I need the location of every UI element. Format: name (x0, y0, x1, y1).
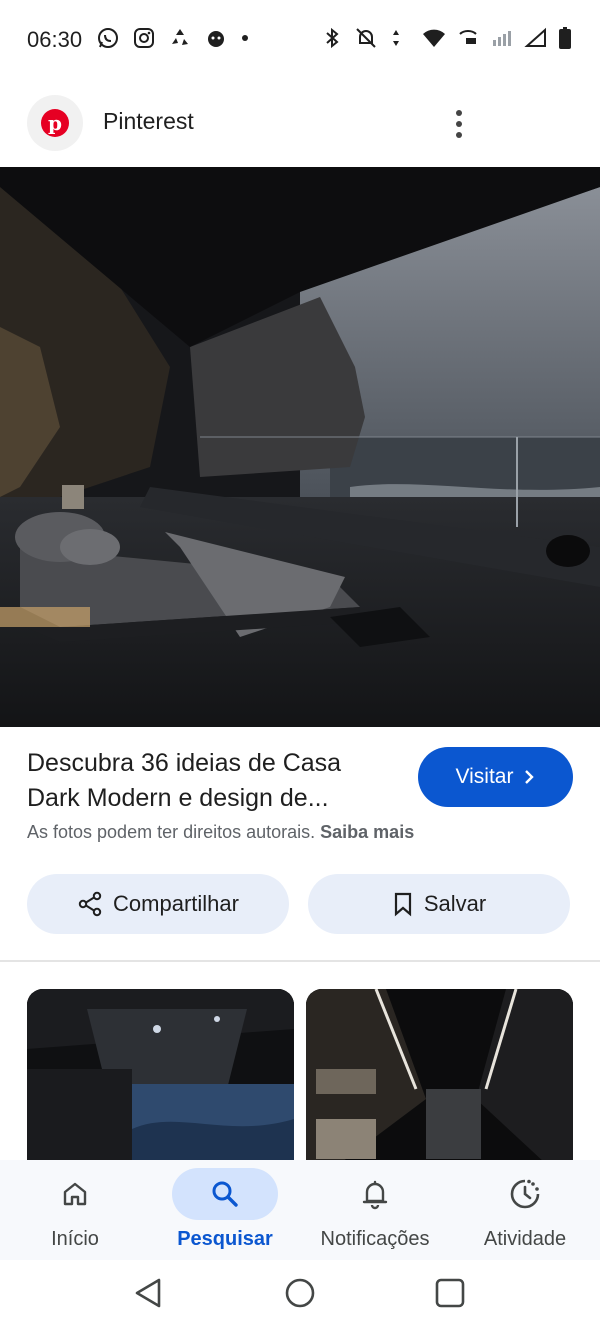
more-dot-icon (456, 110, 462, 116)
bell-icon (362, 1180, 388, 1210)
learn-more-link[interactable]: Saiba mais (320, 822, 414, 842)
thumbnail-image (306, 989, 573, 1189)
back-icon[interactable] (132, 1276, 166, 1310)
nav-icon-container (22, 1168, 128, 1220)
more-options-button[interactable] (444, 106, 474, 142)
whatsapp-icon (98, 28, 118, 48)
system-navigation-bar (0, 1260, 600, 1333)
volte-icon (459, 30, 477, 44)
divider (0, 960, 600, 962)
result-title[interactable]: Descubra 36 ideias de Casa Dark Modern e… (27, 746, 387, 816)
nav-label-search: Pesquisar (177, 1228, 273, 1250)
nav-item-activity[interactable]: Atividade (450, 1160, 600, 1260)
save-button[interactable]: Salvar (308, 874, 570, 934)
status-bar: 06:30 (0, 0, 600, 80)
save-button-label: Salvar (423, 891, 487, 916)
share-icon (78, 891, 102, 917)
visit-button-label: Visitar (455, 765, 514, 788)
wifi-icon (423, 29, 445, 47)
status-time: 06:30 (27, 27, 83, 52)
home-circle-icon[interactable] (283, 1276, 317, 1310)
share-button-label: Compartilhar (113, 891, 239, 916)
dot-icon (242, 35, 248, 41)
signal-icon (493, 31, 511, 46)
nav-item-search[interactable]: Pesquisar (150, 1160, 300, 1260)
related-image-closet[interactable] (306, 989, 573, 1189)
data-arrows-icon (393, 30, 399, 46)
search-icon (212, 1181, 238, 1207)
pet-icon (208, 31, 224, 47)
pinterest-logo[interactable]: p (27, 95, 83, 151)
status-left-icons (96, 26, 250, 50)
dark-bedroom-image (0, 167, 600, 727)
bottom-navigation: Início Pesquisar Notificações Atividade (0, 1160, 600, 1260)
result-image[interactable] (0, 167, 600, 727)
share-button[interactable]: Compartilhar (27, 874, 289, 934)
nav-icon-container (472, 1168, 578, 1220)
nav-label-activity: Atividade (483, 1228, 567, 1250)
nav-item-notifications[interactable]: Notificações (300, 1160, 450, 1260)
recents-icon[interactable] (433, 1276, 467, 1310)
status-right-icons (320, 26, 572, 50)
bell-muted-icon (356, 28, 376, 48)
copyright-notice: As fotos podem ter direitos autorais. Sa… (27, 822, 414, 843)
activity-icon (510, 1179, 540, 1209)
nav-label-home: Início (51, 1228, 99, 1250)
nav-icon-container (172, 1168, 278, 1220)
bluetooth-icon (326, 27, 339, 49)
visit-button[interactable]: Visitar (418, 747, 573, 807)
nav-item-home[interactable]: Início (0, 1160, 150, 1260)
nav-icon-container (322, 1168, 428, 1220)
pinterest-logo-icon: p (41, 109, 69, 137)
more-dot-icon (456, 132, 462, 138)
bookmark-icon (394, 892, 411, 917)
related-image-bathroom[interactable] (27, 989, 294, 1189)
instagram-icon (134, 28, 154, 48)
chevron-right-icon (525, 770, 535, 784)
thumbnail-image (27, 989, 294, 1189)
more-dot-icon (456, 121, 462, 127)
app-header: p Pinterest (0, 90, 600, 156)
signal-empty-icon (524, 27, 546, 47)
app-name: Pinterest (103, 108, 194, 134)
recycle-icon (172, 29, 188, 45)
copyright-text: As fotos podem ter direitos autorais. (27, 822, 316, 842)
nav-label-notifications: Notificações (320, 1228, 430, 1250)
home-icon (63, 1182, 87, 1206)
battery-icon (559, 27, 571, 49)
